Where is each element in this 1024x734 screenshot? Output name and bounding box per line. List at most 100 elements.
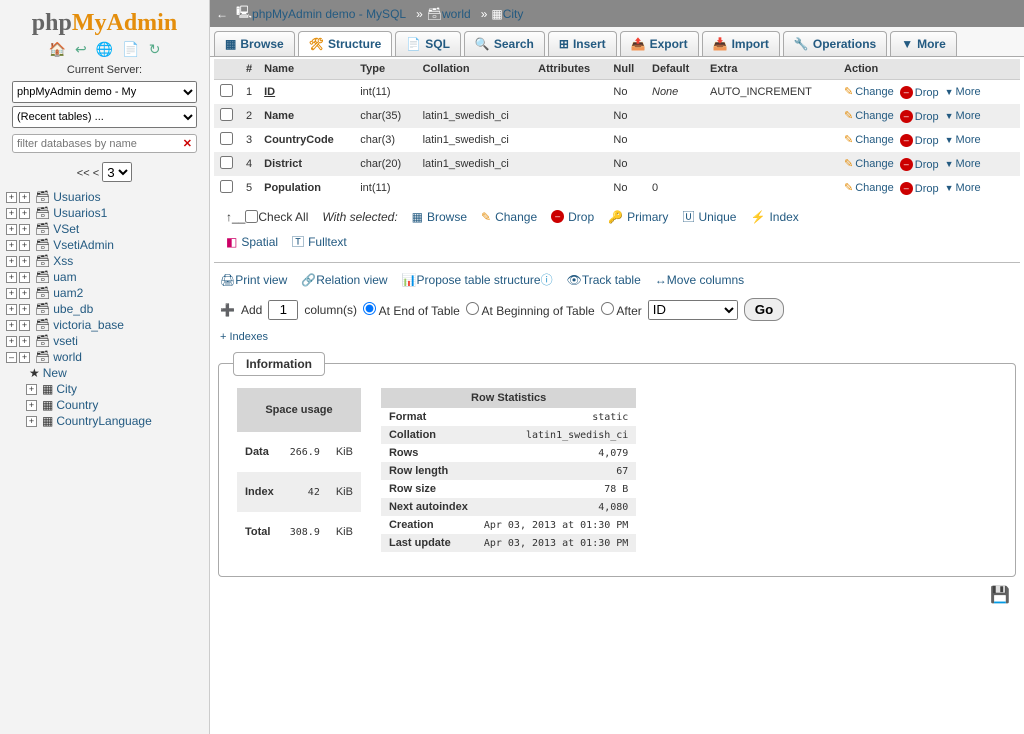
after[interactable]: After bbox=[601, 302, 642, 318]
db-vseti[interactable]: ++🗃vseti bbox=[6, 333, 203, 349]
db-VsetiAdmin[interactable]: ++🗃VsetiAdmin bbox=[6, 237, 203, 253]
ws-unique[interactable]: 🅄Unique bbox=[682, 208, 736, 225]
db-Usuarios1[interactable]: ++🗃Usuarios1 bbox=[6, 205, 203, 221]
tab-operations[interactable]: 🔧Operations bbox=[783, 31, 887, 56]
back-icon[interactable]: ← bbox=[216, 7, 228, 21]
db-victoria_base[interactable]: ++🗃victoria_base bbox=[6, 317, 203, 333]
expand-icon[interactable]: + bbox=[19, 240, 30, 251]
expand-icon[interactable]: + bbox=[19, 256, 30, 267]
bc-database[interactable]: world bbox=[442, 7, 471, 21]
more-link[interactable]: ▼More bbox=[945, 134, 981, 146]
reload-icon[interactable]: ↻ bbox=[149, 41, 161, 58]
drop-link[interactable]: –Drop bbox=[900, 86, 939, 99]
more-link[interactable]: ▼More bbox=[945, 158, 981, 170]
tab-export[interactable]: 📤Export bbox=[620, 31, 699, 56]
drop-link[interactable]: –Drop bbox=[900, 134, 939, 147]
expand-icon[interactable]: + bbox=[6, 304, 17, 315]
at-beginning[interactable]: At Beginning of Table bbox=[466, 302, 595, 318]
page-select[interactable]: 3 bbox=[102, 162, 132, 182]
after-column-select[interactable]: ID bbox=[648, 300, 738, 320]
save-icon[interactable]: 💾 bbox=[214, 581, 1020, 609]
expand-icon[interactable]: + bbox=[6, 320, 17, 331]
relation-view[interactable]: 🔗Relation view bbox=[301, 273, 387, 287]
tab-structure[interactable]: 🛠Structure bbox=[298, 31, 393, 56]
row-checkbox[interactable] bbox=[220, 84, 233, 97]
expand-icon[interactable]: + bbox=[19, 352, 30, 363]
expand-icon[interactable]: + bbox=[6, 256, 17, 267]
print-view[interactable]: 🖨Print view bbox=[220, 273, 287, 287]
change-link[interactable]: ✎Change bbox=[844, 181, 894, 194]
tab-browse[interactable]: ▦Browse bbox=[214, 31, 295, 56]
ws-fulltext[interactable]: 🅃Fulltext bbox=[292, 233, 347, 250]
expand-icon[interactable]: + bbox=[26, 384, 37, 395]
ws-index[interactable]: ⚡Index bbox=[750, 210, 798, 224]
filter-databases[interactable]: ✕ bbox=[12, 134, 197, 153]
change-link[interactable]: ✎Change bbox=[844, 85, 894, 98]
table-New[interactable]: ★New bbox=[26, 365, 203, 381]
expand-icon[interactable]: + bbox=[26, 400, 37, 411]
expand-icon[interactable]: + bbox=[6, 224, 17, 235]
expand-icon[interactable]: + bbox=[6, 336, 17, 347]
drop-link[interactable]: –Drop bbox=[900, 110, 939, 123]
ws-drop[interactable]: –Drop bbox=[551, 210, 594, 224]
drop-link[interactable]: –Drop bbox=[900, 158, 939, 171]
db-Xss[interactable]: ++🗃Xss bbox=[6, 253, 203, 269]
row-checkbox[interactable] bbox=[220, 156, 233, 169]
expand-icon[interactable]: + bbox=[6, 272, 17, 283]
more-link[interactable]: ▼More bbox=[945, 110, 981, 122]
ws-primary[interactable]: 🔑Primary bbox=[608, 210, 668, 224]
db-world[interactable]: –+🗃world bbox=[6, 349, 203, 365]
row-checkbox[interactable] bbox=[220, 180, 233, 193]
expand-icon[interactable]: + bbox=[6, 240, 17, 251]
expand-icon[interactable]: + bbox=[19, 224, 30, 235]
indexes-toggle[interactable]: + Indexes bbox=[220, 331, 268, 343]
add-count-input[interactable] bbox=[268, 300, 298, 320]
db-Usuarios[interactable]: ++🗃Usuarios bbox=[6, 189, 203, 205]
change-link[interactable]: ✎Change bbox=[844, 109, 894, 122]
change-link[interactable]: ✎Change bbox=[844, 157, 894, 170]
filter-input[interactable] bbox=[17, 138, 179, 150]
move-columns[interactable]: ↔Move columns bbox=[655, 273, 744, 287]
check-all[interactable]: ↑__ Check All bbox=[226, 210, 308, 224]
more-link[interactable]: ▼More bbox=[945, 182, 981, 194]
recent-tables-select[interactable]: (Recent tables) ... bbox=[12, 106, 197, 128]
expand-icon[interactable]: + bbox=[6, 208, 17, 219]
expand-icon[interactable]: + bbox=[19, 304, 30, 315]
track-table[interactable]: 👁Track table bbox=[567, 273, 641, 287]
tab-import[interactable]: 📥Import bbox=[702, 31, 780, 56]
docs-icon[interactable]: 📄 bbox=[122, 41, 139, 58]
expand-icon[interactable]: + bbox=[26, 416, 37, 427]
tab-sql[interactable]: 📄SQL bbox=[395, 31, 461, 56]
at-end[interactable]: At End of Table bbox=[363, 302, 460, 318]
home-icon[interactable]: 🏠 bbox=[48, 41, 65, 58]
logo[interactable]: phpMyAdmin bbox=[4, 6, 205, 39]
db-ube_db[interactable]: ++🗃ube_db bbox=[6, 301, 203, 317]
bc-table[interactable]: City bbox=[503, 7, 524, 21]
expand-icon[interactable]: + bbox=[19, 336, 30, 347]
propose-structure[interactable]: 📊Propose table structure ⓘ bbox=[402, 271, 553, 288]
expand-icon[interactable]: + bbox=[6, 288, 17, 299]
tab-search[interactable]: 🔍Search bbox=[464, 31, 545, 56]
expand-icon[interactable]: + bbox=[19, 288, 30, 299]
server-select[interactable]: phpMyAdmin demo - My bbox=[12, 81, 197, 103]
table-CountryLanguage[interactable]: +▦CountryLanguage bbox=[26, 413, 203, 429]
change-link[interactable]: ✎Change bbox=[844, 133, 894, 146]
expand-icon[interactable]: + bbox=[19, 272, 30, 283]
table-City[interactable]: +▦City bbox=[26, 381, 203, 397]
table-Country[interactable]: +▦Country bbox=[26, 397, 203, 413]
row-checkbox[interactable] bbox=[220, 108, 233, 121]
db-VSet[interactable]: ++🗃VSet bbox=[6, 221, 203, 237]
clear-filter-icon[interactable]: ✕ bbox=[183, 137, 192, 150]
ws-spatial[interactable]: ◧Spatial bbox=[226, 235, 278, 249]
db-uam[interactable]: ++🗃uam bbox=[6, 269, 203, 285]
tab-insert[interactable]: ⊞Insert bbox=[548, 31, 617, 56]
ws-change[interactable]: ✎Change bbox=[481, 210, 537, 224]
bc-server[interactable]: phpMyAdmin demo - MySQL bbox=[252, 7, 406, 21]
row-checkbox[interactable] bbox=[220, 132, 233, 145]
go-button[interactable]: Go bbox=[744, 298, 785, 321]
prev-pages[interactable]: << < bbox=[77, 168, 99, 180]
collapse-icon[interactable]: – bbox=[6, 352, 17, 363]
more-link[interactable]: ▼More bbox=[945, 86, 981, 98]
expand-icon[interactable]: + bbox=[19, 192, 30, 203]
globe-icon[interactable]: 🌐 bbox=[96, 41, 113, 58]
